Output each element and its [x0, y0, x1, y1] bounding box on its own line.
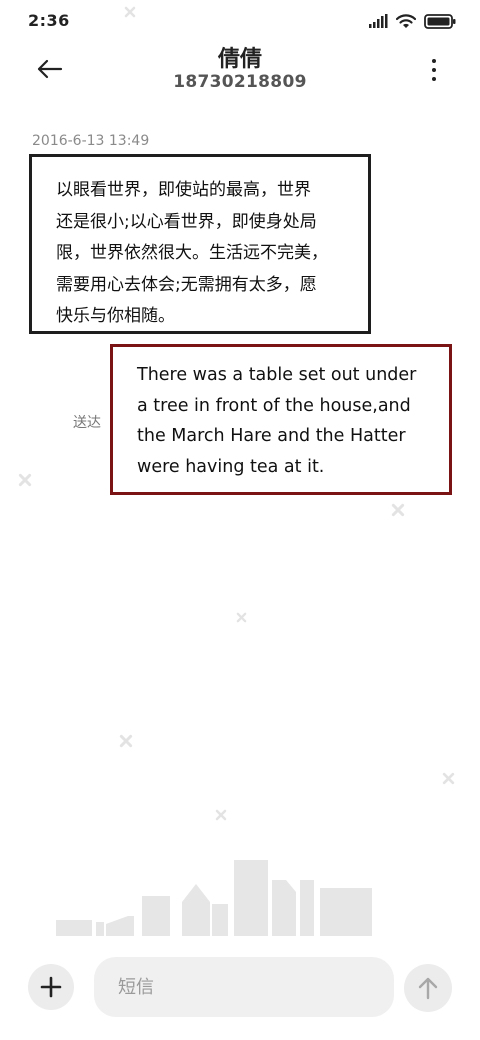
message-line: 还是很小;以心看世界，即使身处局: [56, 211, 317, 232]
outgoing-message-bubble[interactable]: There was a table set out under a tree i…: [110, 344, 452, 495]
arrow-up-icon: [418, 977, 438, 1000]
more-vertical-icon: [432, 59, 436, 63]
status-icons: [368, 11, 456, 31]
conversation-header: 倩倩 18730218809: [0, 40, 480, 100]
city-skyline-icon: [56, 860, 372, 936]
message-line: were having tea at it.: [137, 456, 325, 477]
message-line: 快乐与你相随。: [56, 306, 175, 326]
message-line: There was a table set out under: [137, 365, 417, 385]
signal-icon: [369, 14, 388, 28]
star-cross-icon: [391, 503, 405, 517]
send-button[interactable]: [404, 964, 452, 1012]
battery-icon: [424, 13, 456, 29]
message-line: 以眼看世界，即使站的最高，世界: [56, 180, 311, 200]
more-options-button[interactable]: [424, 56, 444, 84]
message-line: 限，世界依然很大。生活远不完美，: [56, 243, 328, 263]
star-cross-icon: [119, 734, 133, 748]
message-line: a tree in front of the house,and: [137, 395, 411, 416]
incoming-message-bubble[interactable]: 以眼看世界，即使站的最高，世界 还是很小;以心看世界，即使身处局 限，世界依然很…: [29, 154, 371, 334]
wifi-icon: [396, 13, 416, 28]
star-cross-icon: [236, 612, 247, 623]
status-time: 2:36: [28, 11, 70, 30]
message-timestamp: 2016-6-13 13:49: [32, 133, 150, 149]
contact-name: 倩倩: [217, 47, 262, 72]
delivery-status: 送达: [73, 415, 101, 431]
message-line: the March Hare and the Hatter: [137, 426, 406, 446]
contact-number: 18730218809: [173, 72, 307, 92]
composer-bar: [0, 950, 480, 1030]
plus-icon: [40, 976, 62, 998]
star-cross-icon: [215, 809, 227, 821]
status-bar: 2:36: [0, 0, 480, 42]
message-line: 需要用心去体会;无需拥有太多，愿: [56, 274, 317, 295]
star-cross-icon: [18, 473, 32, 487]
star-cross-icon: [442, 772, 455, 785]
message-input[interactable]: [94, 957, 394, 1017]
attach-button[interactable]: [28, 964, 74, 1010]
